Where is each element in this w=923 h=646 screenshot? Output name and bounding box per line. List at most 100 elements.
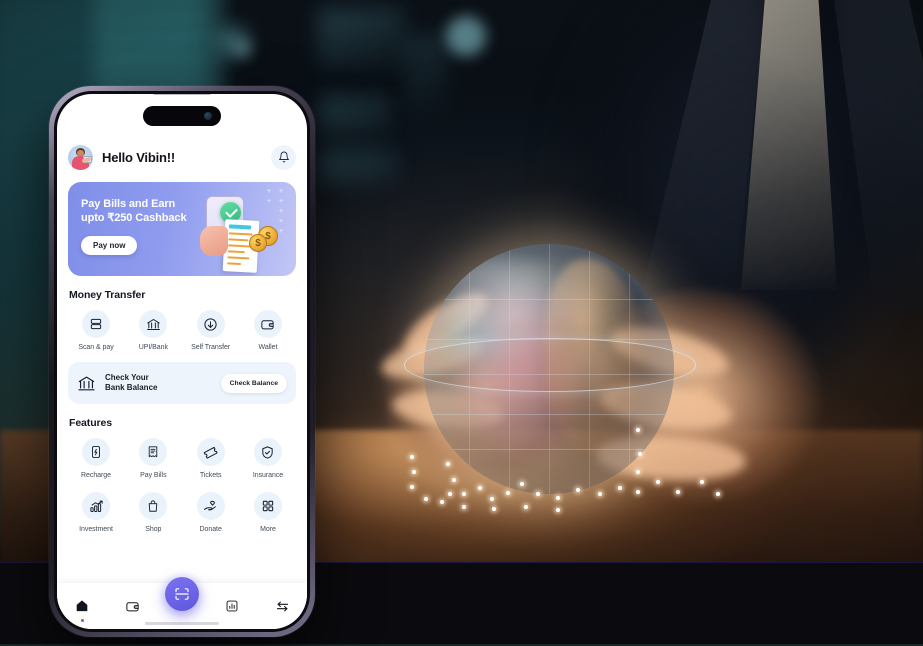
feature-item-shop[interactable]: Shop [125, 492, 181, 533]
data-point-dot [478, 486, 482, 490]
promo-banner[interactable]: Pay Bills and Earn upto ₹250 Cashback Pa… [68, 182, 296, 276]
data-point-dot [656, 480, 660, 484]
feature-label: More [260, 526, 276, 533]
data-point-dot [520, 482, 524, 486]
data-point-dot [556, 496, 560, 500]
data-point-dot [716, 492, 720, 496]
check-balance-card[interactable]: Check Your Bank Balance Check Balance [68, 362, 296, 404]
feature-item-donate[interactable]: Donate [183, 492, 239, 533]
avatar[interactable] [68, 144, 93, 170]
features-row-2: Investment Shop Donate More [68, 492, 296, 533]
money-transfer-label: UPI/Bank [138, 344, 168, 351]
money-transfer-label: Scan & pay [78, 344, 114, 351]
bokeh-light [446, 16, 486, 56]
bank-icon [77, 374, 96, 393]
check-balance-button[interactable]: Check Balance [220, 373, 287, 393]
data-point-dot [524, 505, 528, 509]
data-point-dot [492, 507, 496, 511]
phone-bezel: Hello Vibin!! Pay Bills and Earn upto ₹2… [54, 91, 310, 632]
feature-item-recharge[interactable]: Recharge [68, 438, 124, 479]
data-point-dot [462, 492, 466, 496]
features-grid: Recharge Pay Bills Tickets Insurance Inv… [68, 438, 296, 533]
mobile-recharge-icon [82, 438, 110, 466]
phone-mockup: Hello Vibin!! Pay Bills and Earn upto ₹2… [49, 86, 315, 637]
bar-chart-icon [225, 599, 239, 613]
monitor-panel [318, 8, 404, 68]
monitor-panel [318, 150, 396, 186]
arrow-down-circle-icon [196, 310, 225, 338]
growth-chart-icon [82, 492, 110, 520]
phone-screen: Hello Vibin!! Pay Bills and Earn upto ₹2… [57, 94, 307, 629]
feature-label: Shop [145, 526, 162, 533]
money-transfer-item-self-transfer[interactable]: Self Transfer [183, 310, 239, 351]
money-transfer-row: Scan & pay UPI/Bank Self Transfer Wallet [68, 310, 296, 351]
data-point-dot [462, 505, 466, 509]
bokeh-light [236, 42, 250, 56]
data-point-dot [506, 491, 510, 495]
money-transfer-title: Money Transfer [69, 289, 146, 301]
data-point-dot [598, 492, 602, 496]
monitor-panel [404, 34, 448, 112]
money-transfer-label: Self Transfer [191, 344, 231, 351]
active-tab-indicator [80, 619, 84, 622]
check-balance-text: Check Your Bank Balance [105, 373, 157, 393]
notification-button[interactable] [271, 144, 296, 170]
data-point-dot [424, 497, 428, 501]
bank-icon [139, 310, 168, 338]
data-point-dot [448, 492, 452, 496]
money-transfer-item-scan-pay[interactable]: Scan & pay [68, 310, 124, 351]
tab-stats[interactable] [212, 589, 252, 623]
shopping-bag-icon [139, 492, 168, 520]
check-balance-line-1: Check Your [105, 373, 149, 382]
greeting-text: Hello Vibin!! [102, 149, 175, 165]
dynamic-island [143, 106, 221, 126]
money-transfer-item-wallet[interactable]: Wallet [240, 310, 296, 351]
data-point-dot [490, 497, 494, 501]
data-point-dot [556, 508, 560, 512]
data-point-dot [446, 462, 450, 466]
features-row-1: Recharge Pay Bills Tickets Insurance [68, 438, 296, 479]
shield-check-icon [253, 438, 282, 466]
feature-item-more[interactable]: More [240, 492, 296, 533]
globe-equator-ring [404, 338, 696, 392]
promo-headline: Pay Bills and Earn upto ₹250 Cashback [81, 197, 211, 225]
grid-icon [253, 492, 282, 520]
pay-now-button[interactable]: Pay now [81, 236, 138, 255]
tab-home[interactable] [62, 589, 102, 623]
feature-label: Insurance [252, 472, 284, 479]
donate-hand-icon [196, 492, 225, 520]
feature-label: Tickets [199, 472, 222, 479]
bill-payment-illustration: $ $ [198, 192, 280, 276]
feature-item-insurance[interactable]: Insurance [240, 438, 296, 479]
feature-item-tickets[interactable]: Tickets [183, 438, 239, 479]
scan-pay-icon [82, 310, 110, 338]
money-transfer-label: Wallet [258, 344, 278, 351]
data-point-dot [576, 488, 580, 492]
front-camera-icon [204, 112, 212, 120]
promo-line-2: upto ₹250 Cashback [81, 212, 187, 224]
scan-fab-button[interactable] [165, 577, 199, 611]
home-icon [75, 599, 89, 613]
money-transfer-item-upi-bank[interactable]: UPI/Bank [125, 310, 181, 351]
data-point-dot [410, 485, 414, 489]
features-title: Features [69, 417, 112, 429]
tab-wallet[interactable] [112, 589, 152, 623]
data-point-dot [410, 455, 414, 459]
feature-label: Donate [199, 526, 222, 533]
app-content: Hello Vibin!! Pay Bills and Earn upto ₹2… [57, 94, 307, 629]
data-point-dot [452, 478, 456, 482]
data-point-dot [638, 452, 642, 456]
data-point-dot [636, 470, 640, 474]
scan-frame-icon [174, 586, 190, 602]
monitor-panel [318, 96, 388, 138]
transfer-arrows-icon [275, 599, 290, 614]
bell-icon [278, 151, 290, 163]
wallet-icon [125, 599, 140, 614]
data-point-dot [412, 470, 416, 474]
data-point-dot [440, 500, 444, 504]
tab-transfer[interactable] [262, 589, 302, 623]
feature-item-investment[interactable]: Investment [68, 492, 124, 533]
data-point-dot [636, 428, 640, 432]
feature-item-pay-bills[interactable]: Pay Bills [125, 438, 181, 479]
feature-label: Investment [79, 526, 113, 533]
